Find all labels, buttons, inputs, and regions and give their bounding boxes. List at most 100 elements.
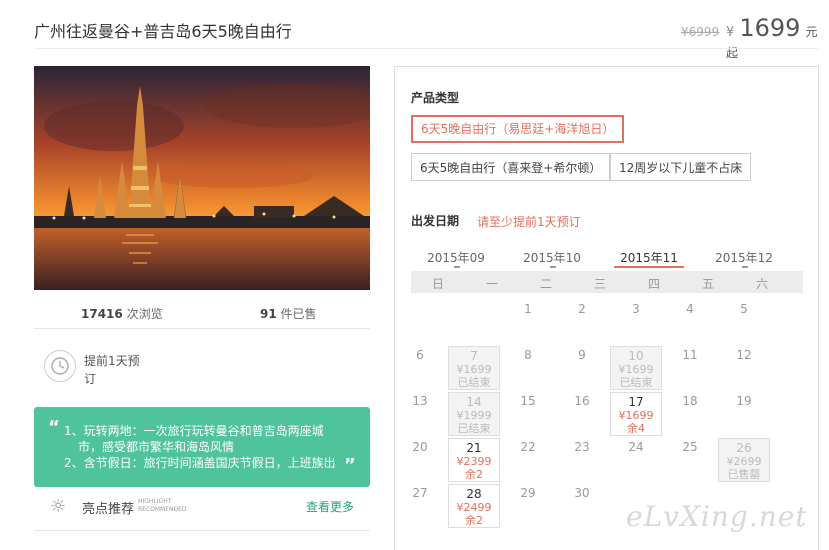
calendar-day: 29 [502, 484, 554, 528]
recommend-en-2: RECOMMENDED [138, 506, 187, 513]
calendar-day[interactable]: 17 ¥1699 余4 [610, 392, 662, 436]
day-number: 18 [682, 394, 698, 408]
day-number: 13 [412, 394, 428, 408]
views-label: 次浏览 [126, 307, 163, 321]
calendar-day: 14 ¥1999 已结束 [448, 392, 500, 436]
day-number: 15 [520, 394, 536, 408]
current-price: ¥ 1699 元起 [726, 14, 829, 61]
calendar-day: 2 [556, 300, 608, 344]
price-value: 1699 [739, 14, 801, 42]
day-number: 21 [466, 441, 482, 455]
stats-bar: 17416 次浏览 91 件已售 [34, 296, 370, 329]
option-child[interactable]: 12周岁以下儿童不占床 [610, 153, 752, 181]
sun-icon: ☼ [50, 496, 67, 517]
date-hint: 请至少提前1天预订 [477, 215, 581, 229]
day-status: 已售罄 [727, 468, 761, 481]
product-type-title: 产品类型 [411, 91, 460, 105]
calendar-day: 4 [664, 300, 716, 344]
highlight-line: 市，感受都市繁华和海岛风情 [78, 440, 235, 454]
option-hotel-b[interactable]: 6天5晚自由行（喜来登+希尔顿） [411, 153, 611, 181]
calendar-day: 23 [556, 438, 608, 482]
calendar-day: 12 [718, 346, 770, 390]
watermark: eLvXing.net [626, 500, 808, 533]
day-number: 11 [682, 348, 698, 362]
calendar-day: 11 [664, 346, 716, 390]
calendar-day: 22 [502, 438, 554, 482]
calendar-day: 19 [718, 392, 770, 436]
day-number: 14 [466, 395, 482, 409]
weekday-label: 一 [485, 277, 498, 291]
day-price: ¥1699 [618, 409, 654, 422]
day-status: 余2 [465, 514, 483, 527]
recommend-en: HIGHLIGHT RECOMMENDED [138, 498, 187, 514]
see-more-link[interactable]: 查看更多 [306, 498, 354, 515]
booking-panel: 产品类型 6天5晚自由行（易思廷+海洋旭日） 6天5晚自由行（喜来登+希尔顿） … [394, 66, 819, 550]
calendar-day[interactable]: 21 ¥2399 余2 [448, 438, 500, 482]
day-number: 19 [736, 394, 752, 408]
day-number: 28 [466, 487, 482, 501]
day-number: 12 [736, 348, 752, 362]
day-number: 9 [578, 348, 586, 362]
clock-icon [44, 350, 76, 382]
day-number: 20 [412, 440, 428, 454]
recommend-label: 亮点推荐 [82, 502, 135, 517]
calendar-day: 18 [664, 392, 716, 436]
price-symbol: ¥ [726, 25, 735, 40]
tab-month[interactable]: 2015年12 [709, 249, 779, 268]
sold-count: 91 [260, 307, 277, 321]
open-quote-icon: “ [48, 417, 60, 438]
calendar-day: 10 ¥1699 已结束 [610, 346, 662, 390]
day-number: 5 [740, 302, 748, 316]
day-status: 余2 [465, 468, 483, 481]
calendar-day: 15 [502, 392, 554, 436]
day-number: 6 [416, 348, 424, 362]
calendar-day: 27 [394, 484, 446, 528]
calendar-day: 6 [394, 346, 446, 390]
day-status: 已结束 [457, 376, 491, 389]
weekday-label: 二 [539, 277, 552, 291]
departure-title: 出发日期 [411, 214, 460, 228]
option-hotel-a[interactable]: 6天5晚自由行（易思廷+海洋旭日） [411, 115, 625, 143]
close-quote-icon: ” [344, 455, 356, 476]
day-number: 1 [524, 302, 532, 316]
day-number: 7 [470, 349, 478, 363]
calendar-day[interactable]: 28 ¥2499 余2 [448, 484, 500, 528]
header-divider [34, 48, 818, 49]
calendar-day: 24 [610, 438, 662, 482]
day-number: 23 [574, 440, 590, 454]
weekday-label: 五 [701, 277, 714, 291]
calendar-day: 20 [394, 438, 446, 482]
day-number: 8 [524, 348, 532, 362]
tab-month[interactable]: 2015年10 [517, 249, 587, 268]
day-number: 22 [520, 440, 536, 454]
day-price: ¥2699 [726, 455, 762, 468]
day-status: 已结束 [457, 422, 491, 435]
weekday-label: 四 [647, 277, 660, 291]
hero-photo [34, 66, 370, 290]
highlight-box: “ 1、玩转两地：一次旅行玩转曼谷和普吉岛两座城 市，感受都市繁华和海岛风情 2… [34, 407, 370, 487]
calendar-day: 8 [502, 346, 554, 390]
month-marker [742, 266, 748, 268]
recommend-en-1: HIGHLIGHT [138, 498, 172, 505]
day-number: 17 [628, 395, 644, 409]
highlight-line: 2、含节假日：旅行时间涵盖国庆节假日，上班族出 [64, 456, 336, 470]
day-number: 25 [682, 440, 698, 454]
views-stat: 17416 次浏览 [81, 305, 163, 322]
sold-stat: 91 件已售 [260, 305, 317, 322]
day-number: 30 [574, 486, 590, 500]
day-number: 24 [628, 440, 644, 454]
tab-month[interactable]: 2015年09 [421, 249, 491, 268]
highlight-recommend-bar: ☼ 亮点推荐 HIGHLIGHT RECOMMENDED 查看更多 [34, 490, 370, 531]
month-marker [454, 266, 460, 268]
day-number: 3 [632, 302, 640, 316]
day-status: 已结束 [619, 376, 653, 389]
calendar-day: 26 ¥2699 已售罄 [718, 438, 770, 482]
day-price: ¥1699 [618, 363, 654, 376]
tab-month[interactable]: 2015年11 [614, 249, 684, 268]
highlight-line: 1、玩转两地：一次旅行玩转曼谷和普吉岛两座城 [64, 424, 324, 438]
day-number: 26 [736, 441, 752, 455]
calendar-day: 13 [394, 392, 446, 436]
sold-label: 件已售 [280, 307, 317, 321]
calendar-day: 7 ¥1699 已结束 [448, 346, 500, 390]
calendar-day: 25 [664, 438, 716, 482]
